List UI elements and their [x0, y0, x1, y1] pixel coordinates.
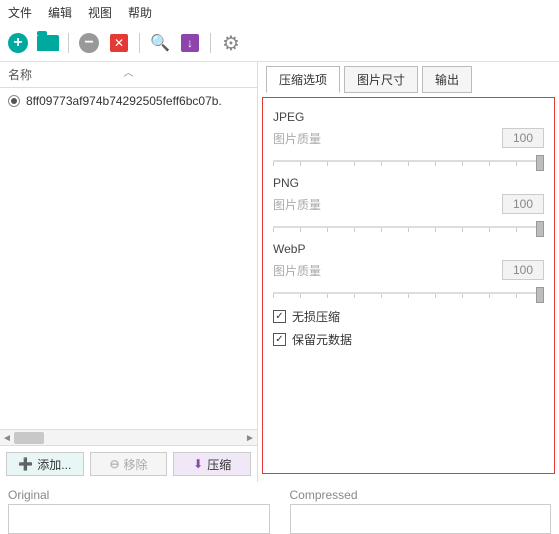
- horizontal-scrollbar[interactable]: ◄ ►: [0, 429, 257, 445]
- checkbox-icon: [273, 310, 286, 323]
- tab-output[interactable]: 输出: [422, 66, 472, 93]
- remove-files-button[interactable]: ⊖移除: [90, 452, 168, 476]
- remove-button[interactable]: −: [77, 31, 101, 55]
- quality-value[interactable]: 100: [502, 194, 544, 214]
- slider-thumb[interactable]: [536, 155, 544, 171]
- png-quality-slider[interactable]: [273, 218, 544, 236]
- group-title: JPEG: [273, 110, 544, 124]
- original-label: Original: [8, 486, 270, 504]
- compress-button[interactable]: ↓: [178, 31, 202, 55]
- download-icon: ↓: [181, 34, 199, 52]
- tabs: 压缩选项 图片尺寸 输出: [258, 62, 559, 93]
- open-folder-button[interactable]: [36, 31, 60, 55]
- search-icon: 🔍: [150, 33, 170, 53]
- jpeg-quality-slider[interactable]: [273, 152, 544, 170]
- webp-group: WebP 图片质量 100: [273, 242, 544, 302]
- tab-image-size[interactable]: 图片尺寸: [344, 66, 418, 93]
- trash-icon: ✕: [110, 34, 128, 52]
- menu-file[interactable]: 文件: [8, 4, 32, 21]
- menu-edit[interactable]: 编辑: [48, 4, 72, 21]
- minus-icon: −: [79, 33, 99, 53]
- menu-view[interactable]: 视图: [88, 4, 112, 21]
- tab-compress-options[interactable]: 压缩选项: [266, 66, 340, 93]
- left-buttons: ➕添加... ⊖移除 ⬇压缩: [0, 445, 257, 482]
- png-group: PNG 图片质量 100: [273, 176, 544, 236]
- plus-icon: +: [8, 33, 28, 53]
- quality-label: 图片质量: [273, 262, 321, 279]
- search-button[interactable]: 🔍: [148, 31, 172, 55]
- column-name: 名称: [8, 66, 32, 83]
- list-item[interactable]: 8ff09773af974b74292505feff6bc07b.: [0, 92, 257, 110]
- slider-thumb[interactable]: [536, 287, 544, 303]
- add-files-button[interactable]: ➕添加...: [6, 452, 84, 476]
- scroll-right-icon[interactable]: ►: [243, 430, 257, 446]
- file-name: 8ff09773af974b74292505feff6bc07b.: [26, 94, 222, 108]
- toolbar: + − ✕ 🔍 ↓ ⚙: [0, 25, 559, 62]
- compressed-label: Compressed: [290, 486, 552, 504]
- plus-icon: ➕: [18, 457, 33, 471]
- download-icon: ⬇: [193, 457, 203, 471]
- slider-thumb[interactable]: [536, 221, 544, 237]
- scroll-left-icon[interactable]: ◄: [0, 430, 14, 446]
- list-body: 8ff09773af974b74292505feff6bc07b.: [0, 88, 257, 429]
- checkbox-icon: [273, 333, 286, 346]
- options-panel: 压缩选项 图片尺寸 输出 JPEG 图片质量 100 PNG 图片: [258, 62, 559, 482]
- lossless-checkbox[interactable]: 无损压缩: [273, 308, 544, 325]
- scroll-thumb[interactable]: [14, 432, 44, 444]
- quality-label: 图片质量: [273, 196, 321, 213]
- compress-options-pane: JPEG 图片质量 100 PNG 图片质量 100: [262, 97, 555, 474]
- folder-icon: [37, 35, 59, 51]
- preview-bar: Original Compressed: [0, 482, 559, 534]
- separator: [68, 33, 69, 53]
- sort-asc-icon: ︿: [124, 64, 134, 79]
- webp-quality-slider[interactable]: [273, 284, 544, 302]
- quality-value[interactable]: 100: [502, 128, 544, 148]
- add-button[interactable]: +: [6, 31, 30, 55]
- quality-value[interactable]: 100: [502, 260, 544, 280]
- original-preview: [8, 504, 270, 534]
- delete-button[interactable]: ✕: [107, 31, 131, 55]
- settings-button[interactable]: ⚙: [219, 31, 243, 55]
- metadata-checkbox[interactable]: 保留元数据: [273, 331, 544, 348]
- compress-files-button[interactable]: ⬇压缩: [173, 452, 251, 476]
- group-title: PNG: [273, 176, 544, 190]
- jpeg-group: JPEG 图片质量 100: [273, 110, 544, 170]
- separator: [139, 33, 140, 53]
- menubar: 文件 编辑 视图 帮助: [0, 0, 559, 25]
- gear-icon: ⚙: [222, 31, 240, 56]
- minus-icon: ⊖: [109, 457, 119, 471]
- compressed-preview: [290, 504, 552, 534]
- file-list-panel: 名称 ︿ 8ff09773af974b74292505feff6bc07b. ◄…: [0, 62, 258, 482]
- list-header[interactable]: 名称 ︿: [0, 62, 257, 88]
- group-title: WebP: [273, 242, 544, 256]
- bullet-icon: [8, 95, 20, 107]
- menu-help[interactable]: 帮助: [128, 4, 152, 21]
- separator: [210, 33, 211, 53]
- quality-label: 图片质量: [273, 130, 321, 147]
